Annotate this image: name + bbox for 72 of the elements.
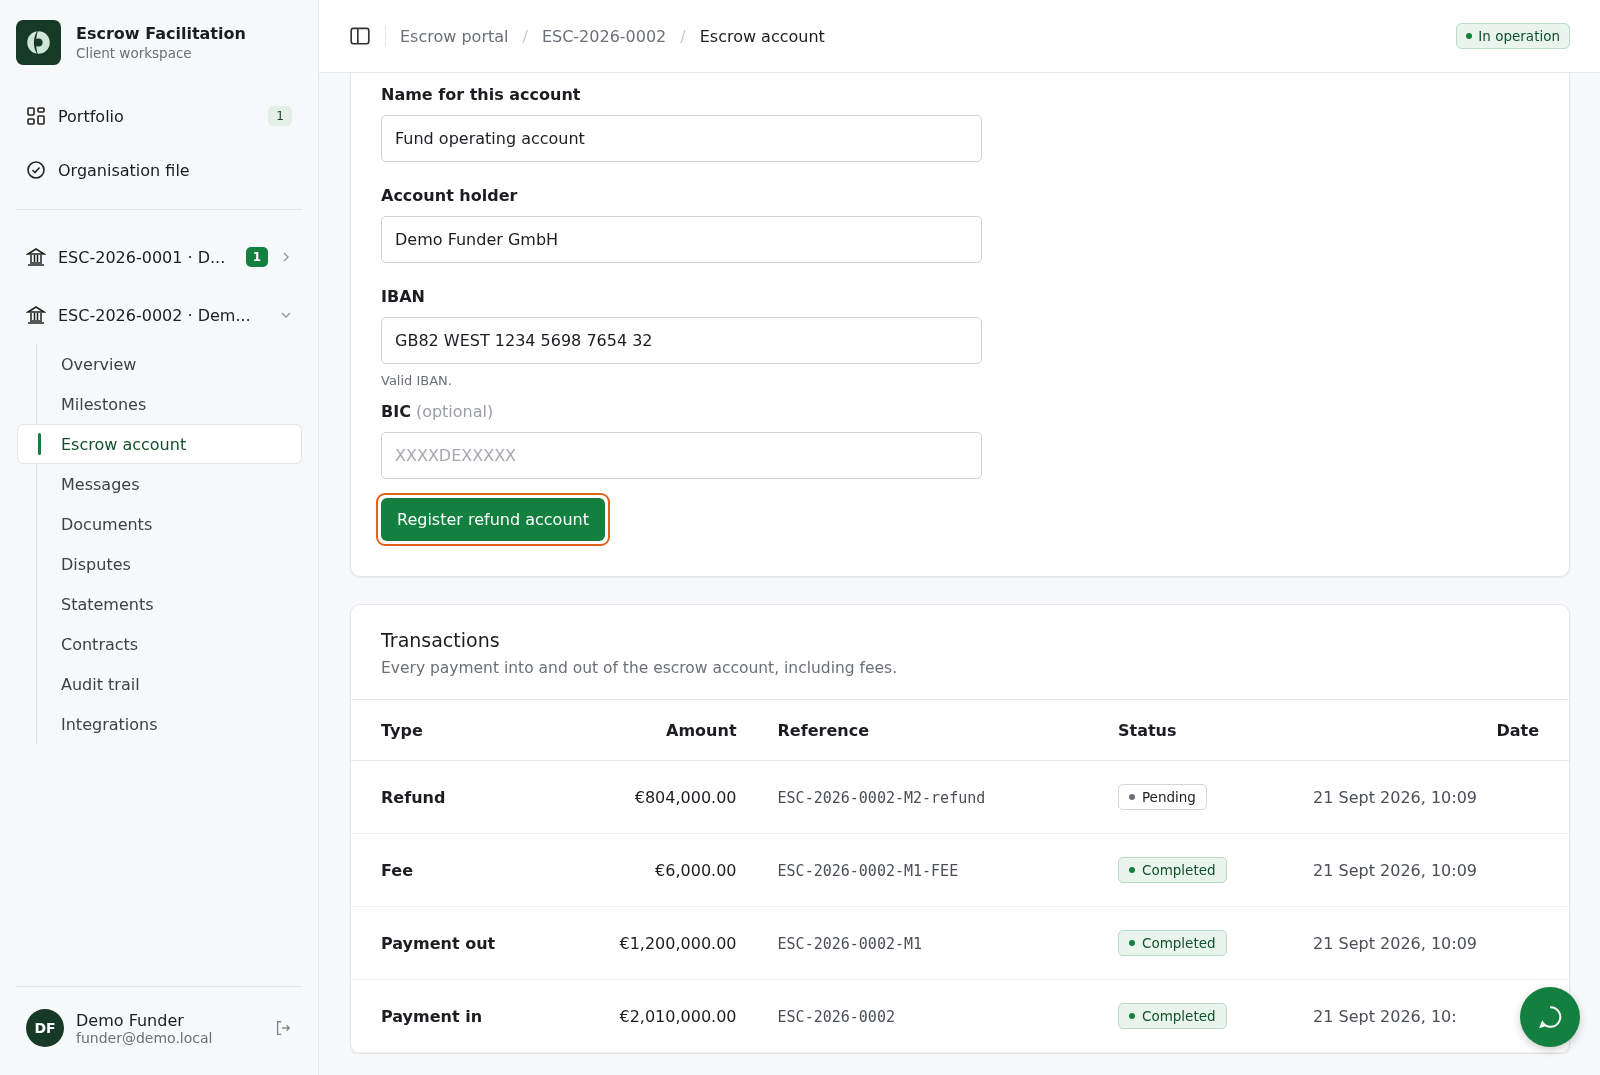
- table-cell: €804,000.00: [634, 787, 737, 807]
- table-cell: ESC-2026-0002-M1: [777, 934, 923, 953]
- escrow-item[interactable]: ESC-2026-0001 · D... 1: [16, 228, 302, 286]
- input-field[interactable]: Demo Funder GmbH: [381, 216, 982, 263]
- table-cell: Payment out: [381, 933, 496, 953]
- brand-subtitle: Client workspace: [76, 45, 193, 61]
- table-cell: 21 Sept 2026, 10:: [1313, 1006, 1457, 1026]
- sub-nav-item[interactable]: Statements: [17, 584, 302, 624]
- status-badge: Completed: [1117, 930, 1227, 956]
- count-badge: 1: [268, 106, 292, 126]
- table-cell: €6,000.00: [655, 860, 737, 880]
- user-email: funder@demo.local: [76, 1029, 214, 1046]
- status-badge: Completed: [1117, 857, 1227, 883]
- column-header: Type: [381, 720, 423, 740]
- sub-nav-item[interactable]: Overview: [17, 344, 302, 384]
- table-cell: €1,200,000.00: [619, 933, 737, 953]
- logo-icon: [16, 20, 61, 65]
- field-label: Account holder: [381, 186, 519, 205]
- column-header: Reference: [777, 720, 869, 740]
- table-cell: ESC-2026-0002-M2-refund: [777, 788, 986, 807]
- table-cell: €2,010,000.00: [619, 1006, 737, 1026]
- nav-item[interactable]: Organisation file: [16, 143, 302, 197]
- input-field[interactable]: XXXXDEXXXXX: [381, 432, 982, 479]
- bank-icon: [26, 247, 46, 267]
- table-cell: 21 Sept 2026, 10:09: [1313, 860, 1478, 880]
- field-label: IBAN: [381, 287, 426, 306]
- breadcrumb[interactable]: ESC-2026-0002: [541, 26, 667, 46]
- avatar: DF: [26, 1009, 64, 1047]
- logout-icon[interactable]: [274, 1019, 292, 1037]
- sub-nav-item[interactable]: Integrations: [17, 704, 302, 744]
- grid-icon: [26, 106, 46, 126]
- table-cell: Fee: [381, 860, 413, 880]
- sub-nav-item[interactable]: Escrow account: [17, 424, 302, 464]
- escrow-item[interactable]: ESC-2026-0002 · Dem...: [16, 286, 302, 344]
- column-header: Amount: [666, 720, 737, 740]
- table-cell: Payment in: [381, 1006, 483, 1026]
- table-cell: ESC-2026-0002: [777, 1007, 895, 1026]
- column-header: Status: [1117, 720, 1177, 740]
- column-header: Date: [1496, 720, 1539, 740]
- sub-nav-item[interactable]: Messages: [17, 464, 302, 504]
- input-field[interactable]: GB82 WEST 1234 5698 7654 32: [381, 317, 982, 364]
- field-label: BIC (optional): [381, 402, 495, 421]
- status-badge: Completed: [1117, 1003, 1227, 1029]
- breadcrumb[interactable]: Escrow portal: [400, 26, 509, 46]
- register-button[interactable]: Register refund account: [381, 498, 605, 541]
- chat-icon: [1537, 1004, 1563, 1030]
- table-cell: 21 Sept 2026, 10:09: [1313, 787, 1478, 807]
- status-badge: Pending: [1117, 784, 1207, 810]
- table-cell: Refund: [381, 787, 446, 807]
- table-cell: ESC-2026-0002-M1-FEE: [777, 861, 959, 880]
- status-badge: In operation: [1456, 23, 1570, 49]
- sub-nav-item[interactable]: Milestones: [17, 384, 302, 424]
- field-hint: Valid IBAN.: [381, 373, 453, 388]
- check-circle-icon: [26, 160, 46, 180]
- table-cell: 21 Sept 2026, 10:09: [1313, 933, 1478, 953]
- count-badge: 1: [245, 247, 268, 267]
- breadcrumb-separator: /: [522, 26, 528, 46]
- sub-nav-item[interactable]: Disputes: [17, 544, 302, 584]
- brand-title: Escrow Facilitation: [76, 24, 246, 43]
- input-field[interactable]: Fund operating account: [381, 115, 982, 162]
- section-title: Transactions: [381, 629, 501, 651]
- bank-icon: [26, 305, 46, 325]
- sidebar-toggle-icon[interactable]: [349, 25, 371, 47]
- sub-nav-item[interactable]: Contracts: [17, 624, 302, 664]
- section-subtitle: Every payment into and out of the escrow account, including fees.: [381, 659, 899, 677]
- breadcrumb-separator: /: [680, 26, 686, 46]
- sub-nav-item[interactable]: Audit trail: [17, 664, 302, 704]
- field-label: Name for this account: [381, 85, 582, 104]
- current-page-title: Escrow account: [699, 26, 825, 46]
- sub-nav-item[interactable]: Documents: [17, 504, 302, 544]
- user-name: Demo Funder: [76, 1010, 185, 1030]
- nav-item[interactable]: Portfolio 1: [16, 89, 302, 143]
